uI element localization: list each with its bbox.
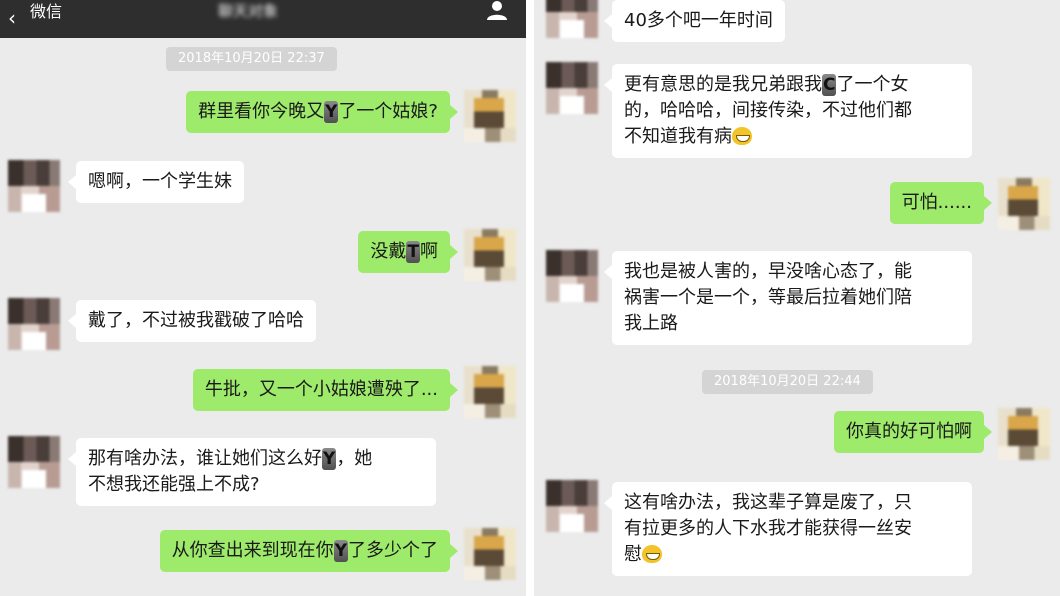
message-text: 了多少个了 <box>348 540 438 561</box>
censored-letter: Y <box>333 540 348 562</box>
censored-letter: T <box>406 241 420 263</box>
avatar-contact[interactable] <box>8 298 60 350</box>
chat-screen-left: ‹ 微信 聊天对象 2018年10月20日 22:37 群里看你今晚又Y了一个姑… <box>0 0 526 596</box>
censored-letter: Y <box>322 448 337 470</box>
avatar-self[interactable] <box>464 366 516 418</box>
message-text: 群里看你今晚又 <box>198 101 325 122</box>
avatar-contact[interactable] <box>546 480 598 532</box>
message-text: 更有意思的是我兄弟跟我 <box>624 74 822 95</box>
message-bubble-incoming[interactable]: 那有啥办法，谁让她们这么好Y，她 不想我还能强上不成? <box>68 438 436 506</box>
censored-letter: C <box>822 74 837 96</box>
message-bubble-incoming[interactable]: 我也是被人害的，早没啥心态了，能 祸害一个是一个，等最后拉着她们陪 我上路 <box>604 251 972 345</box>
timestamp: 2018年10月20日 22:44 <box>702 370 873 394</box>
avatar-self[interactable] <box>998 408 1050 460</box>
avatar-self[interactable] <box>998 178 1050 230</box>
message-text: 没戴 <box>370 241 407 262</box>
message-text: 嗯啊，一个学生妹 <box>88 171 232 192</box>
grin-emoji <box>732 127 752 145</box>
message-text: 这有啥办法，我这辈子算是废了，只 有拉更多的人下水我才能获得一丝安 慰 <box>624 492 912 565</box>
message-bubble-incoming[interactable]: 这有啥办法，我这辈子算是废了，只 有拉更多的人下水我才能获得一丝安 慰 <box>604 482 972 576</box>
message-bubble-outgoing[interactable]: 从你查出来到现在你Y了多少个了 <box>159 530 459 572</box>
message-bubble-outgoing[interactable]: 群里看你今晚又Y了一个姑娘? <box>186 91 458 133</box>
message-bubble-incoming[interactable]: 更有意思的是我兄弟跟我C了一个女 的，哈哈哈，间接传染，不过他们都 不知道我有病 <box>604 64 972 158</box>
message-text: 你真的好可怕啊 <box>846 421 972 442</box>
chat-title: 聊天对象 <box>218 2 279 20</box>
message-text: 啊 <box>420 241 438 262</box>
message-text: 可怕...... <box>901 192 972 213</box>
message-bubble-incoming[interactable]: 嗯啊，一个学生妹 <box>68 161 244 203</box>
grin-emoji <box>642 545 662 563</box>
avatar-contact[interactable] <box>8 160 60 212</box>
message-text: 40多个吧一年时间 <box>624 10 773 31</box>
avatar-contact[interactable] <box>546 0 598 38</box>
message-text: 了一个姑娘? <box>338 101 438 122</box>
avatar-self[interactable] <box>464 90 516 142</box>
avatar-self[interactable] <box>464 528 516 580</box>
avatar-contact[interactable] <box>546 250 598 302</box>
back-button-label[interactable]: 微信 <box>30 0 62 24</box>
avatar-contact[interactable] <box>546 62 598 114</box>
message-text: 牛批，又一个小姑娘遭殃了... <box>204 379 438 400</box>
avatar-self[interactable] <box>464 229 516 281</box>
censored-letter: Y <box>324 101 339 123</box>
chat-screen-right: 40多个吧一年时间 更有意思的是我兄弟跟我C了一个女 的，哈哈哈，间接传染，不过… <box>534 0 1060 596</box>
message-bubble-incoming[interactable]: 40多个吧一年时间 <box>604 0 785 42</box>
back-arrow-icon[interactable]: ‹ <box>8 6 16 30</box>
message-bubble-outgoing[interactable]: 牛批，又一个小姑娘遭殃了... <box>192 369 459 411</box>
message-bubble-outgoing[interactable]: 你真的好可怕啊 <box>834 411 992 453</box>
message-text: 戴了，不过被我戳破了哈哈 <box>88 310 304 331</box>
message-bubble-outgoing[interactable]: 可怕...... <box>889 182 993 224</box>
message-bubble-outgoing[interactable]: 没戴T啊 <box>358 231 458 273</box>
message-text: 那有啥办法，谁让她们这么好 <box>88 448 322 469</box>
message-text: 从你查出来到现在你 <box>171 540 334 561</box>
chat-header: ‹ 微信 聊天对象 <box>0 0 526 38</box>
message-text: 我也是被人害的，早没啥心态了，能 祸害一个是一个，等最后拉着她们陪 我上路 <box>624 261 912 334</box>
person-icon[interactable] <box>486 0 508 20</box>
message-bubble-incoming[interactable]: 戴了，不过被我戳破了哈哈 <box>68 300 316 342</box>
timestamp: 2018年10月20日 22:37 <box>166 47 337 71</box>
avatar-contact[interactable] <box>8 436 60 488</box>
